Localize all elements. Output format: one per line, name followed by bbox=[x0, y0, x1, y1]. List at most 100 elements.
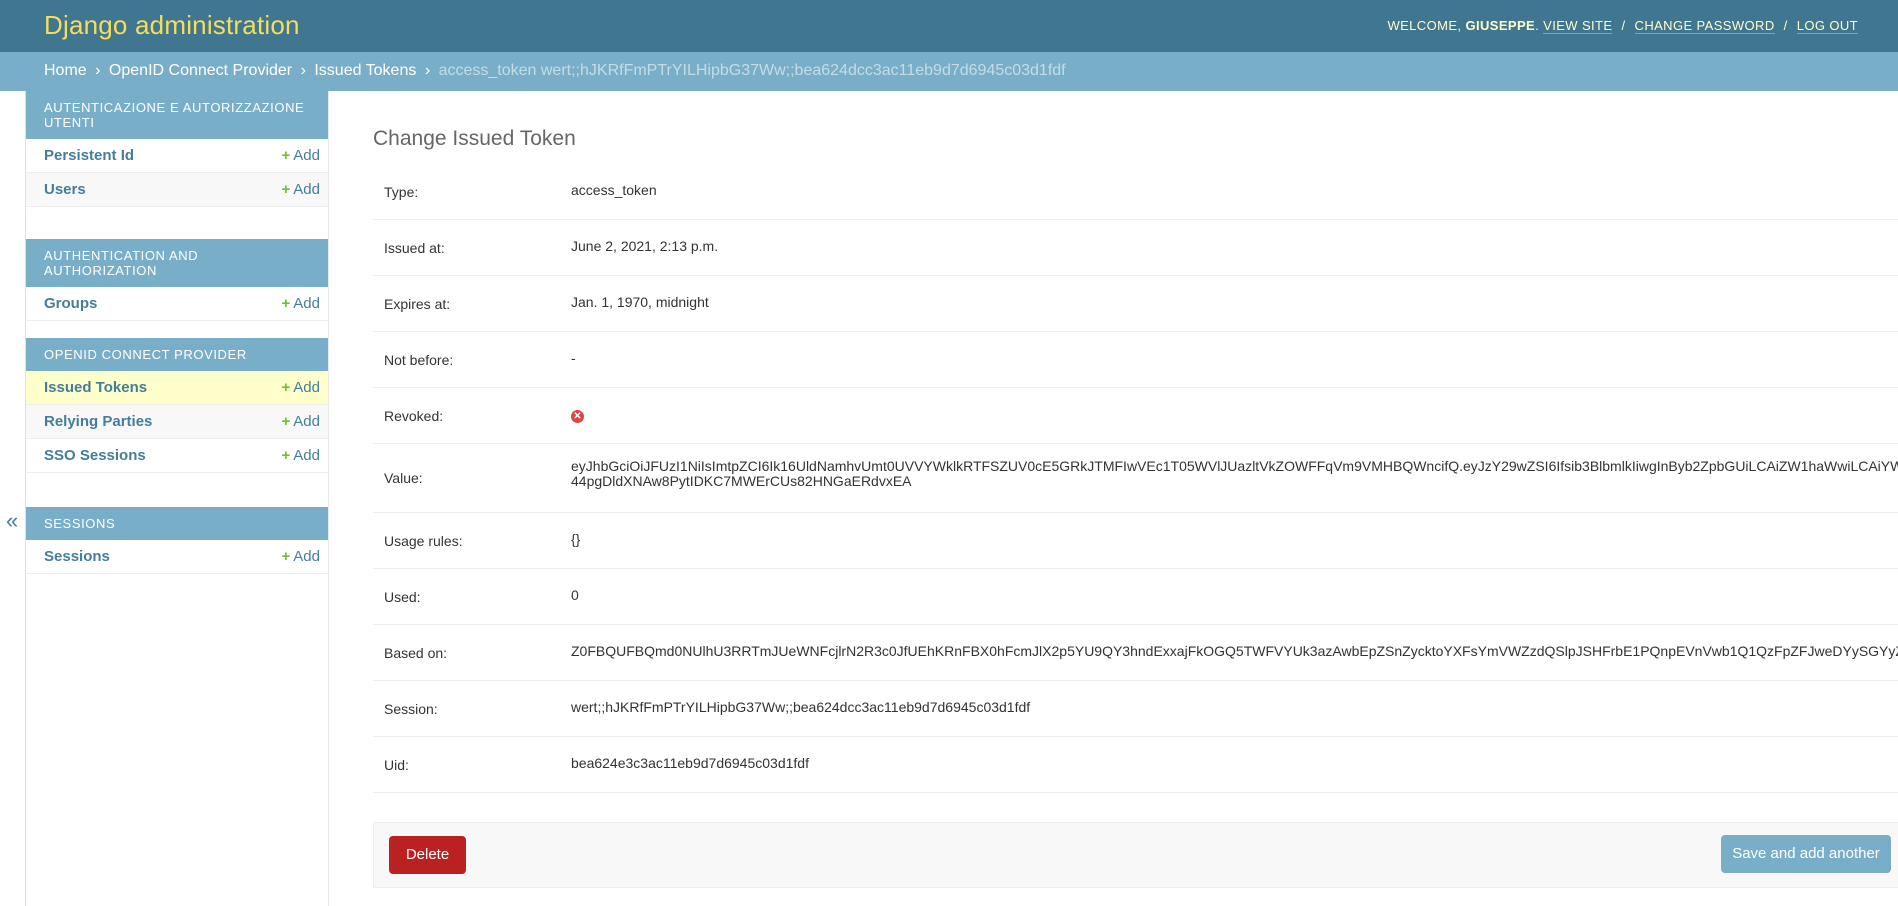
module-autenticazione: AUTENTICAZIONE E AUTORIZZAZIONE UTENTI P… bbox=[26, 91, 328, 207]
sidebar-item-users: Users + Add bbox=[26, 173, 328, 207]
field-row-value: Value: eyJhbGciOiJFUzI1NiIsImtpZCI6Ik16U… bbox=[373, 444, 1898, 513]
model-link-sso-sessions[interactable]: SSO Sessions bbox=[44, 447, 146, 464]
add-issued-token-link[interactable]: + Add bbox=[282, 379, 320, 396]
add-label: Add bbox=[293, 447, 320, 464]
field-label: Type: bbox=[384, 184, 419, 200]
user-tools: WELCOME, GIUSEPPE. VIEW SITE / CHANGE PA… bbox=[1387, 18, 1858, 34]
sidebar-item-persistent-id: Persistent Id + Add bbox=[26, 139, 328, 173]
separator: / bbox=[1621, 18, 1626, 33]
model-link-users[interactable]: Users bbox=[44, 181, 86, 198]
page-title: Change Issued Token bbox=[373, 127, 576, 151]
field-label: Value: bbox=[384, 470, 423, 486]
add-user-link[interactable]: + Add bbox=[282, 181, 320, 198]
log-out-link[interactable]: LOG OUT bbox=[1796, 18, 1858, 34]
delete-button[interactable]: Delete bbox=[389, 836, 466, 874]
field-value: June 2, 2021, 2:13 p.m. bbox=[571, 238, 719, 254]
field-value: Jan. 1, 1970, midnight bbox=[571, 294, 709, 310]
field-label: Revoked: bbox=[384, 408, 444, 424]
add-relying-party-link[interactable]: + Add bbox=[282, 413, 320, 430]
field-row-used: Used: 0 bbox=[373, 569, 1898, 625]
field-value: 0 bbox=[571, 587, 579, 603]
field-row-issued-at: Issued at: June 2, 2021, 2:13 p.m. bbox=[373, 220, 1898, 276]
field-value: ✕ bbox=[571, 406, 584, 423]
field-label: Usage rules: bbox=[384, 533, 463, 549]
model-link-issued-tokens[interactable]: Issued Tokens bbox=[44, 379, 147, 396]
module-caption[interactable]: AUTHENTICATION AND AUTHORIZATION bbox=[26, 239, 328, 287]
module-caption[interactable]: SESSIONS bbox=[26, 507, 328, 540]
module-caption[interactable]: AUTENTICAZIONE E AUTORIZZAZIONE UTENTI bbox=[26, 91, 328, 139]
breadcrumb-model[interactable]: Issued Tokens bbox=[314, 62, 416, 79]
field-value: access_token bbox=[571, 182, 657, 198]
field-value: - bbox=[571, 350, 576, 366]
plus-icon: + bbox=[281, 147, 291, 164]
field-label: Issued at: bbox=[384, 240, 445, 256]
model-link-sessions[interactable]: Sessions bbox=[44, 548, 110, 565]
token-value-line: 44pgDldXNAw8PytIDKC7MWErCUs82HNGaERdvxEA bbox=[571, 473, 912, 489]
token-value-line: eyJhbGciOiJFUzI1NiIsImtpZCI6Ik16UldNamhv… bbox=[571, 458, 1898, 474]
field-label: Not before: bbox=[384, 352, 454, 368]
module-sessions: SESSIONS Sessions + Add bbox=[26, 507, 328, 574]
add-label: Add bbox=[293, 295, 320, 312]
sidebar-toggle[interactable]: « bbox=[0, 91, 26, 906]
nav-sidebar: AUTENTICAZIONE E AUTORIZZAZIONE UTENTI P… bbox=[26, 91, 329, 906]
field-label: Session: bbox=[384, 701, 438, 717]
add-label: Add bbox=[293, 413, 320, 430]
revoked-false-icon: ✕ bbox=[571, 410, 584, 423]
breadcrumb-app[interactable]: OpenID Connect Provider bbox=[109, 62, 292, 79]
add-persistent-id-link[interactable]: + Add bbox=[282, 147, 320, 164]
field-row-session: Session: wert;;hJKRfFmPTrYILHipbG37Ww;;b… bbox=[373, 681, 1898, 737]
add-group-link[interactable]: + Add bbox=[282, 295, 320, 312]
field-row-expires-at: Expires at: Jan. 1, 1970, midnight bbox=[373, 276, 1898, 332]
field-label: Based on: bbox=[384, 645, 448, 661]
add-label: Add bbox=[293, 379, 320, 396]
sidebar-item-sso-sessions: SSO Sessions + Add bbox=[26, 439, 328, 473]
field-row-type: Type: access_token bbox=[373, 164, 1898, 220]
model-link-persistent-id[interactable]: Persistent Id bbox=[44, 147, 134, 164]
field-label: Expires at: bbox=[384, 296, 451, 312]
submit-row: Delete Save and add another bbox=[373, 822, 1898, 888]
save-and-add-another-button[interactable]: Save and add another bbox=[1721, 835, 1891, 873]
plus-icon: + bbox=[281, 295, 291, 312]
model-link-groups[interactable]: Groups bbox=[44, 295, 97, 312]
module-auth: AUTHENTICATION AND AUTHORIZATION Groups … bbox=[26, 239, 328, 321]
module-caption[interactable]: OPENID CONNECT PROVIDER bbox=[26, 338, 328, 371]
view-site-link[interactable]: VIEW SITE bbox=[1543, 18, 1613, 34]
plus-icon: + bbox=[281, 413, 291, 430]
sidebar-item-relying-parties: Relying Parties + Add bbox=[26, 405, 328, 439]
model-link-relying-parties[interactable]: Relying Parties bbox=[44, 413, 152, 430]
breadcrumb-separator: › bbox=[300, 62, 306, 79]
add-sso-session-link[interactable]: + Add bbox=[282, 447, 320, 464]
add-label: Add bbox=[293, 181, 320, 198]
separator: / bbox=[1783, 18, 1788, 33]
sidebar-item-issued-tokens: Issued Tokens + Add bbox=[26, 371, 328, 405]
double-chevron-left-icon[interactable]: « bbox=[6, 508, 18, 534]
field-value: eyJhbGciOiJFUzI1NiIsImtpZCI6Ik16UldNamhv… bbox=[571, 459, 1898, 489]
sidebar-item-groups: Groups + Add bbox=[26, 287, 328, 321]
field-row-not-before: Not before: - bbox=[373, 332, 1898, 388]
field-value: wert;;hJKRfFmPTrYILHipbG37Ww;;bea624dcc3… bbox=[571, 699, 1031, 715]
welcome-text: WELCOME, bbox=[1387, 18, 1462, 33]
field-value: bea624e3c3ac11eb9d7d6945c03d1fdf bbox=[571, 755, 809, 771]
field-value: {} bbox=[571, 531, 581, 547]
field-row-based-on: Based on: Z0FBQUFBQmd0NUlhU3RRTmJUeWNFcj… bbox=[373, 625, 1898, 681]
add-label: Add bbox=[293, 147, 320, 164]
field-label: Uid: bbox=[384, 757, 409, 773]
plus-icon: + bbox=[281, 181, 291, 198]
field-value: Z0FBQUFBQmd0NUlhU3RRTmJUeWNFcjlrN2R3c0Jf… bbox=[571, 643, 1898, 659]
breadcrumb-separator: › bbox=[424, 62, 431, 79]
change-password-link[interactable]: CHANGE PASSWORD bbox=[1634, 18, 1775, 34]
field-row-uid: Uid: bea624e3c3ac11eb9d7d6945c03d1fdf bbox=[373, 737, 1898, 793]
breadcrumb-current: access_token wert;;hJKRfFmPTrYILHipbG37W… bbox=[438, 62, 1066, 79]
module-oidc-provider: OPENID CONNECT PROVIDER Issued Tokens + A… bbox=[26, 338, 328, 473]
sidebar-item-sessions: Sessions + Add bbox=[26, 540, 328, 574]
breadcrumb-separator: › bbox=[95, 62, 101, 79]
breadcrumb: Home › OpenID Connect Provider › Issued … bbox=[0, 52, 1898, 91]
username: GIUSEPPE bbox=[1465, 18, 1536, 33]
plus-icon: + bbox=[281, 379, 291, 396]
breadcrumb-home[interactable]: Home bbox=[44, 62, 87, 79]
field-row-revoked: Revoked: ✕ bbox=[373, 388, 1898, 444]
add-session-link[interactable]: + Add bbox=[282, 548, 320, 565]
site-branding[interactable]: Django administration bbox=[44, 10, 300, 41]
header: Django administration WELCOME, GIUSEPPE.… bbox=[0, 0, 1898, 52]
add-label: Add bbox=[293, 548, 320, 565]
